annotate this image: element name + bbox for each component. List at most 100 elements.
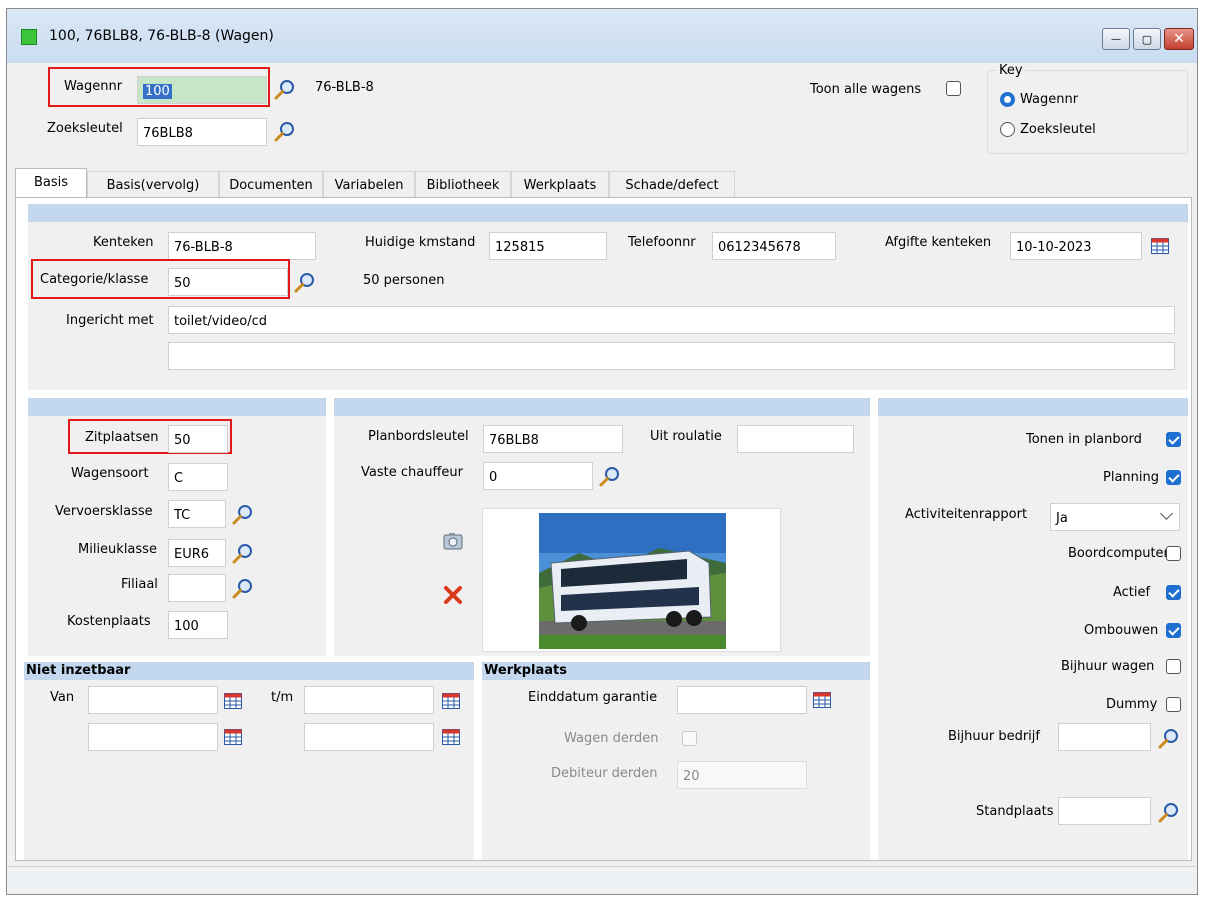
tab-variabelen[interactable]: Variabelen xyxy=(323,171,415,197)
tonen-in-planbord-checkbox[interactable] xyxy=(1166,432,1181,447)
einddatum-calendar-icon[interactable] xyxy=(813,692,831,708)
tab-werkplaats[interactable]: Werkplaats xyxy=(511,171,609,197)
wagen-derden-checkbox[interactable] xyxy=(682,731,697,746)
bijhuur-bedrijf-input[interactable] xyxy=(1058,723,1151,751)
vervoersklasse-search-icon[interactable] xyxy=(232,503,254,525)
close-icon: ✕ xyxy=(1173,31,1185,47)
activiteitenrapport-value: Ja xyxy=(1056,511,1068,526)
dummy-label: Dummy xyxy=(1106,697,1158,712)
standplaats-label: Standplaats xyxy=(976,804,1054,819)
zoeksleutel-input[interactable]: 76BLB8 xyxy=(137,118,267,146)
key-wagennr-radio[interactable] xyxy=(1000,92,1015,107)
boordcomputer-checkbox[interactable] xyxy=(1166,546,1181,561)
vehicle-photo-frame xyxy=(482,508,781,652)
debiteur-derden-label: Debiteur derden xyxy=(551,766,658,781)
maximize-button[interactable]: ▢ xyxy=(1133,28,1161,50)
tm-input-2[interactable] xyxy=(304,723,434,751)
tab-bibliotheek[interactable]: Bibliotheek xyxy=(415,171,511,197)
ingericht-input-2[interactable] xyxy=(168,342,1175,370)
zoeksleutel-label: Zoeksleutel xyxy=(47,121,123,136)
planbordsleutel-input[interactable]: 76BLB8 xyxy=(483,425,623,453)
activiteitenrapport-select[interactable]: Ja xyxy=(1050,503,1180,531)
afgifte-input[interactable]: 10-10-2023 xyxy=(1010,232,1142,260)
delete-photo-icon[interactable] xyxy=(442,584,464,606)
kenteken-input[interactable]: 76-BLB-8 xyxy=(168,232,316,260)
wagennr-input[interactable]: 100 xyxy=(137,76,267,104)
tonen-in-planbord-label: Tonen in planbord xyxy=(1026,432,1142,447)
ombouwen-checkbox[interactable] xyxy=(1166,623,1181,638)
actief-checkbox[interactable] xyxy=(1166,585,1181,600)
wagennr-label: Wagennr xyxy=(64,79,123,94)
categorie-search-icon[interactable] xyxy=(294,271,316,293)
ingericht-input[interactable]: toilet/video/cd xyxy=(168,306,1175,334)
tab-basis-vervolg[interactable]: Basis(vervolg) xyxy=(87,171,219,197)
tab-schade-defect[interactable]: Schade/defect xyxy=(609,171,735,197)
load-photo-icon[interactable] xyxy=(443,532,463,550)
vaste-chauffeur-input[interactable]: 0 xyxy=(483,462,593,490)
wagennr-search-icon[interactable] xyxy=(274,78,296,100)
left-section-bar xyxy=(28,398,326,416)
bus-photo xyxy=(539,513,726,649)
kostenplaats-label: Kostenplaats xyxy=(67,614,151,629)
bijhuur-wagen-checkbox[interactable] xyxy=(1166,659,1181,674)
standplaats-input[interactable] xyxy=(1058,797,1151,825)
ingericht-label: Ingericht met xyxy=(66,313,154,328)
filiaal-search-icon[interactable] xyxy=(232,577,254,599)
toon-alle-wagens-label: Toon alle wagens xyxy=(810,82,922,97)
kmstand-input[interactable]: 125815 xyxy=(489,232,607,260)
key-zoeksleutel-radio[interactable] xyxy=(1000,122,1015,137)
einddatum-input[interactable] xyxy=(677,686,807,714)
filiaal-input[interactable] xyxy=(168,574,226,602)
bijhuur-wagen-label: Bijhuur wagen xyxy=(1061,659,1155,674)
zitplaatsen-input[interactable]: 50 xyxy=(168,425,228,453)
vaste-chauffeur-label: Vaste chauffeur xyxy=(361,465,463,480)
planning-checkbox[interactable] xyxy=(1166,470,1181,485)
bijhuur-bedrijf-label: Bijhuur bedrijf xyxy=(948,729,1040,744)
categorie-label: Categorie/klasse xyxy=(40,272,149,287)
wagen-derden-label: Wagen derden xyxy=(564,731,659,746)
title-bar: 100, 76BLB8, 76-BLB-8 (Wagen) — ▢ ✕ xyxy=(7,9,1197,63)
boordcomputer-label: Boordcomputer xyxy=(1068,546,1169,561)
categorie-input[interactable]: 50 xyxy=(168,268,288,296)
top-section-bar xyxy=(28,204,1188,222)
milieuklasse-input[interactable]: EUR6 xyxy=(168,539,226,567)
tab-documenten[interactable]: Documenten xyxy=(219,171,323,197)
milieuklasse-label: Milieuklasse xyxy=(78,542,157,557)
tm-2-calendar-icon[interactable] xyxy=(442,729,460,745)
vaste-chauffeur-search-icon[interactable] xyxy=(599,465,621,487)
niet-inzetbaar-header: Niet inzetbaar xyxy=(24,662,474,680)
wagensoort-input[interactable]: C xyxy=(168,463,228,491)
tm-1-calendar-icon[interactable] xyxy=(442,693,460,709)
van-input-1[interactable] xyxy=(88,686,218,714)
afgifte-calendar-icon[interactable] xyxy=(1151,238,1169,254)
kenteken-display: 76-BLB-8 xyxy=(315,80,374,95)
minimize-button[interactable]: — xyxy=(1102,28,1130,50)
van-input-2[interactable] xyxy=(88,723,218,751)
dummy-checkbox[interactable] xyxy=(1166,697,1181,712)
filiaal-label: Filiaal xyxy=(121,577,158,592)
standplaats-search-icon[interactable] xyxy=(1158,801,1180,823)
bijhuur-bedrijf-search-icon[interactable] xyxy=(1158,727,1180,749)
uit-roulatie-input[interactable] xyxy=(737,425,854,453)
telefoonnr-input[interactable]: 0612345678 xyxy=(712,232,836,260)
kenteken-label: Kenteken xyxy=(93,235,154,250)
zitplaatsen-label: Zitplaatsen xyxy=(85,430,159,445)
tab-basis[interactable]: Basis xyxy=(15,168,87,197)
wagensoort-label: Wagensoort xyxy=(71,466,149,481)
close-button[interactable]: ✕ xyxy=(1164,28,1194,50)
vervoersklasse-input[interactable]: TC xyxy=(168,500,226,528)
tm-input-1[interactable] xyxy=(304,686,434,714)
planbordsleutel-label: Planbordsleutel xyxy=(368,429,469,444)
zoeksleutel-search-icon[interactable] xyxy=(274,120,296,142)
kostenplaats-input[interactable]: 100 xyxy=(168,611,228,639)
toon-alle-wagens-checkbox[interactable] xyxy=(946,81,961,96)
debiteur-derden-input[interactable]: 20 xyxy=(677,761,807,789)
van-1-calendar-icon[interactable] xyxy=(224,693,242,709)
key-wagennr-label: Wagennr xyxy=(1020,92,1079,107)
van-2-calendar-icon[interactable] xyxy=(224,729,242,745)
app-icon xyxy=(21,29,37,45)
categorie-description: 50 personen xyxy=(363,273,445,288)
key-group xyxy=(987,70,1188,154)
milieuklasse-search-icon[interactable] xyxy=(232,542,254,564)
window-title: 100, 76BLB8, 76-BLB-8 (Wagen) xyxy=(49,28,274,44)
